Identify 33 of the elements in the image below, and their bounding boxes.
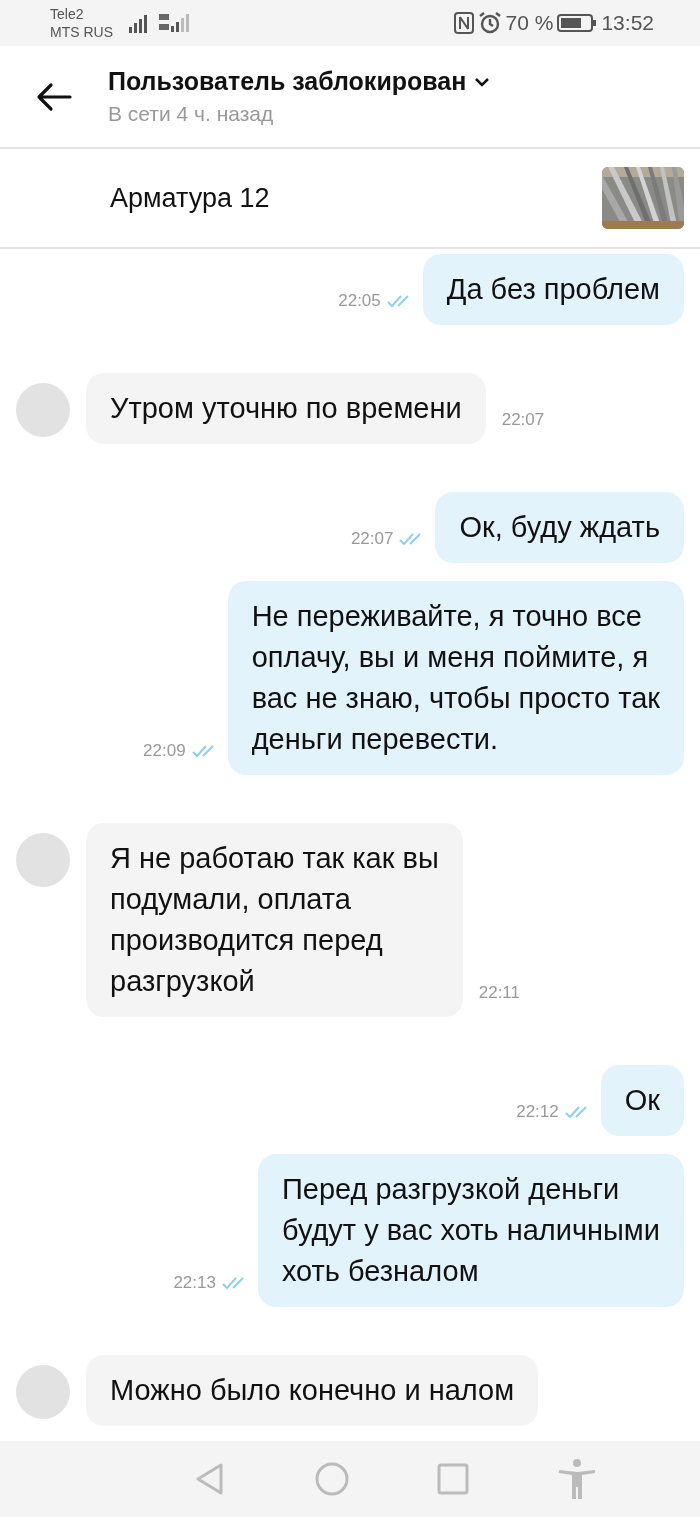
message-time: 22:09 [143,741,186,761]
nfc-icon [453,12,474,34]
listing-title[interactable]: Арматура 12 [110,182,270,214]
home-nav-icon[interactable] [314,1462,349,1496]
battery-percent: 70 % [505,11,554,35]
back-arrow-icon[interactable] [36,81,72,112]
message-bubble: Да без проблем [422,254,684,325]
message-time: 22:05 [338,291,381,311]
message-time: 22:12 [516,1102,559,1122]
message-time: 22:11 [478,983,520,1003]
message-time: 22:13 [173,1273,216,1293]
message-bubble: Утром уточню по времени [86,373,486,444]
message-bubble: Я не работаю так как вы подумали, оплата производится перед разгрузкой [86,823,463,1017]
avatar [16,383,70,437]
last-seen-status: В сети 4 ч. назад [108,102,275,126]
battery-icon [557,13,598,33]
carrier-name: MTS RUS [50,23,113,41]
avatar [16,1365,70,1419]
clock: 13:52 [601,11,654,35]
message-bubble: Ок, буду ждать [435,492,684,563]
chevron-down-icon[interactable] [474,76,491,87]
message-time: 22:07 [501,410,545,430]
accessibility-icon[interactable] [557,1459,596,1499]
carrier-name: Tele2 [50,5,85,23]
message-bubble: Можно было конечно и налом [86,1355,539,1426]
recents-nav-icon[interactable] [437,1463,470,1495]
avatar [16,833,70,887]
message-bubble: Не переживайте, я точно все оплачу, вы и меня поймите, я вас не знаю, чтобы просто так деньги перевести. [227,581,684,775]
message-bubble: Ок [600,1065,684,1136]
message-bubble: Перед разгрузкой деньги будут у вас хоть наличными хоть безналом [257,1154,684,1307]
message-time: 22:07 [350,529,394,549]
chat-title[interactable]: Пользователь заблокирован [108,67,467,96]
alarm-icon [477,11,502,35]
